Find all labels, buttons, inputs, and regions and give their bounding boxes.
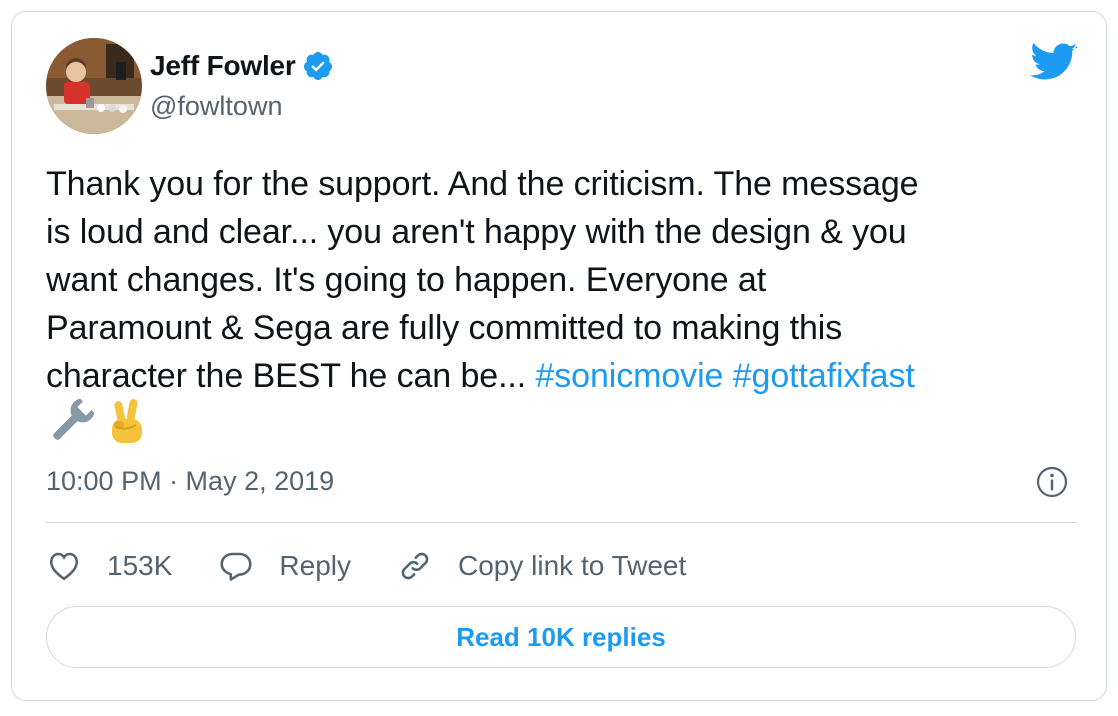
- like-button[interactable]: 153K: [46, 548, 172, 584]
- hashtag-link[interactable]: #gottafixfast: [733, 357, 915, 395]
- reply-label: Reply: [279, 550, 351, 581]
- info-icon[interactable]: [1035, 465, 1069, 499]
- victory-hand-emoji-icon: [106, 397, 150, 452]
- tweet-card: Jeff Fowler @fowltown Thank you for the …: [11, 11, 1107, 701]
- heart-icon: [46, 548, 82, 584]
- reply-bubble-icon: [218, 548, 254, 584]
- author-name-row[interactable]: Jeff Fowler: [150, 49, 334, 83]
- tweet-timestamp[interactable]: 10:00 PM · May 2, 2019: [46, 466, 334, 497]
- verified-badge-icon: [302, 50, 334, 82]
- author-display-name[interactable]: Jeff Fowler: [150, 50, 296, 82]
- tweet-text: Thank you for the support. And the criti…: [46, 160, 1086, 400]
- divider: [46, 522, 1076, 523]
- link-icon: [397, 548, 433, 584]
- emoji-line: [46, 398, 150, 450]
- tweet-text-line: Thank you for the support. And the criti…: [46, 165, 919, 203]
- tweet-text-line: want changes. It's going to happen. Ever…: [46, 261, 767, 299]
- author-handle[interactable]: @fowltown: [150, 91, 282, 122]
- like-count: 153K: [107, 550, 173, 581]
- reply-button[interactable]: Reply: [218, 548, 351, 584]
- avatar[interactable]: [46, 38, 142, 134]
- copy-link-button[interactable]: Copy link to Tweet: [397, 548, 686, 584]
- tweet-text-line: is loud and clear... you aren't happy wi…: [46, 213, 907, 251]
- tweet-text-line: character the BEST he can be...: [46, 357, 536, 395]
- avatar-image: [46, 38, 142, 134]
- read-replies-button[interactable]: Read 10K replies: [46, 606, 1076, 668]
- copy-link-label: Copy link to Tweet: [458, 550, 687, 581]
- twitter-bird-icon[interactable]: [1030, 43, 1078, 83]
- tweet-actions: 153K Reply Copy link to Tweet: [46, 544, 732, 588]
- wrench-emoji-icon: [46, 397, 96, 452]
- tweet-text-line: Paramount & Sega are fully committed to …: [46, 309, 843, 347]
- hashtag-link[interactable]: #sonicmovie: [535, 357, 723, 395]
